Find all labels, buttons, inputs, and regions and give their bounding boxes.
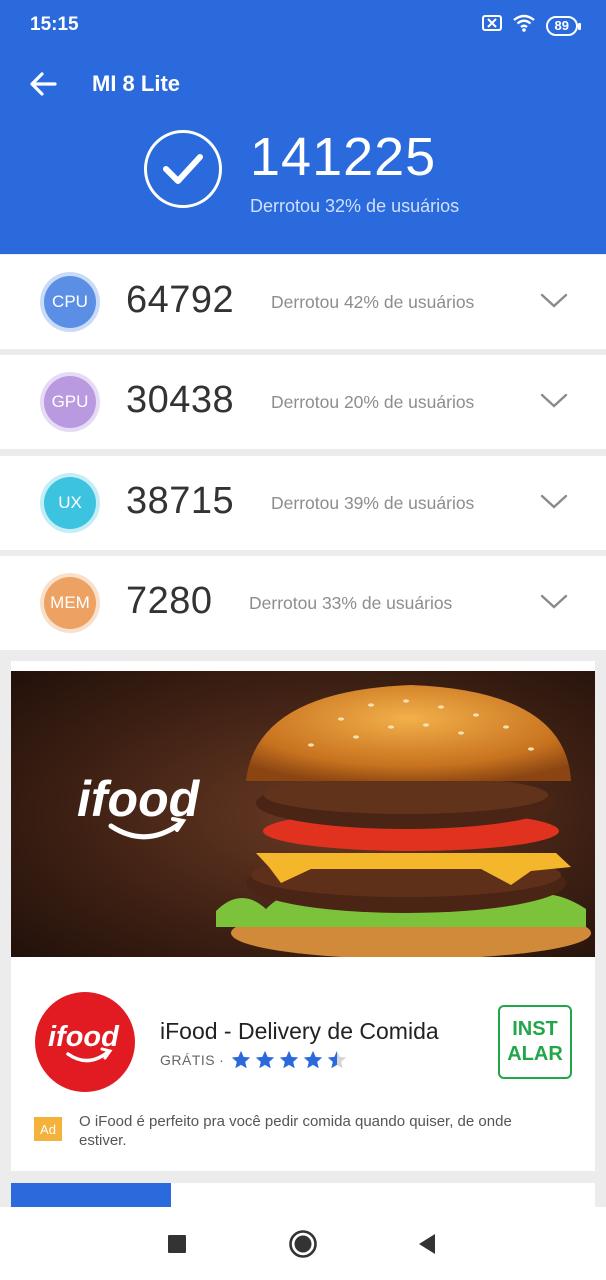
score-row-cpu[interactable]: CPU 64792 Derrotou 42% de usuários (0, 255, 606, 349)
home-circle-icon (289, 1230, 317, 1258)
check-circle-icon (144, 130, 222, 208)
status-icons: 89 (481, 14, 582, 37)
cpu-badge: CPU (40, 272, 100, 332)
gpu-badge-label: GPU (51, 392, 89, 411)
install-button[interactable]: INST ALAR (498, 1005, 572, 1079)
back-nav-button[interactable] (410, 1227, 444, 1261)
gpu-badge: GPU (40, 372, 100, 432)
gpu-defeat-text: Derrotou 20% de usuários (271, 392, 475, 412)
recent-apps-button[interactable] (160, 1227, 194, 1261)
ux-score: 38715 (126, 480, 235, 522)
app-bar: MI 8 Lite (0, 56, 606, 112)
score-row-mem[interactable]: MEM 7280 Derrotou 33% de usuários (0, 556, 606, 650)
mem-badge-label: MEM (50, 593, 90, 612)
star-icon (256, 1050, 275, 1069)
bottom-tab-strip (11, 1183, 595, 1209)
star-icon (232, 1050, 251, 1069)
cpu-badge-label: CPU (52, 292, 88, 311)
chevron-down-icon[interactable] (540, 492, 568, 512)
back-button[interactable] (24, 66, 62, 102)
ad-meta-separator: · (219, 1052, 225, 1068)
system-nav-bar (0, 1207, 606, 1280)
triangle-back-icon (419, 1234, 435, 1254)
battery-icon: 89 (545, 15, 582, 36)
ad-meta: GRÁTIS · (160, 1049, 348, 1071)
total-score-summary: 141225 Derrotou 32% de usuários (144, 127, 564, 230)
mem-badge: MEM (40, 573, 100, 633)
status-time: 15:15 (30, 14, 79, 35)
svg-text:ifood: ifood (48, 1021, 120, 1053)
ad-badge: Ad (34, 1117, 62, 1141)
cpu-defeat-text: Derrotou 42% de usuários (271, 292, 475, 312)
install-label-line2: ALAR (507, 1043, 563, 1065)
chevron-down-icon[interactable] (540, 391, 568, 411)
ad-app-name[interactable]: iFood - Delivery de Comida (160, 1018, 439, 1045)
sim-x-icon (481, 15, 502, 36)
install-label-line1: INST (512, 1018, 558, 1040)
mem-defeat-text: Derrotou 33% de usuários (249, 593, 453, 613)
rating-stars (230, 1049, 348, 1071)
ux-badge-label: UX (58, 493, 82, 512)
gpu-score: 30438 (126, 379, 235, 421)
score-row-ux[interactable]: UX 38715 Derrotou 39% de usuários (0, 456, 606, 550)
chevron-down-icon[interactable] (540, 592, 568, 612)
ad-description: O iFood é perfeito pra você pedir comida… (79, 1113, 512, 1149)
status-bar: 15:15 89 (0, 0, 606, 50)
wifi-icon (512, 14, 536, 37)
ad-card: ifood ifood iFood - Delivery de Comida G… (11, 661, 595, 1171)
star-icon (280, 1050, 299, 1069)
chevron-down-icon[interactable] (540, 291, 568, 311)
score-row-gpu[interactable]: GPU 30438 Derrotou 20% de usuários (0, 355, 606, 449)
star-half-icon (328, 1050, 347, 1069)
device-title: MI 8 Lite (92, 71, 181, 96)
total-defeat-text: Derrotou 32% de usuários (250, 196, 460, 216)
square-icon (168, 1235, 186, 1253)
total-score: 141225 (250, 127, 437, 187)
ux-badge: UX (40, 473, 100, 533)
mem-score: 7280 (126, 580, 213, 622)
home-button[interactable] (286, 1227, 320, 1261)
ux-defeat-text: Derrotou 39% de usuários (271, 493, 475, 513)
arrow-left-icon (30, 72, 57, 96)
ad-price: GRÁTIS (160, 1052, 216, 1068)
ifood-app-logo[interactable]: ifood (35, 992, 135, 1092)
tab-indicator-active[interactable] (11, 1183, 171, 1209)
ad-banner-image[interactable]: ifood (11, 671, 595, 957)
result-header: 15:15 89 MI 8 Lite 141225 Derrotou 32% d… (0, 0, 606, 254)
star-icon (304, 1050, 323, 1069)
cpu-score: 64792 (126, 279, 235, 321)
ifood-banner-logo: ifood (77, 771, 201, 827)
